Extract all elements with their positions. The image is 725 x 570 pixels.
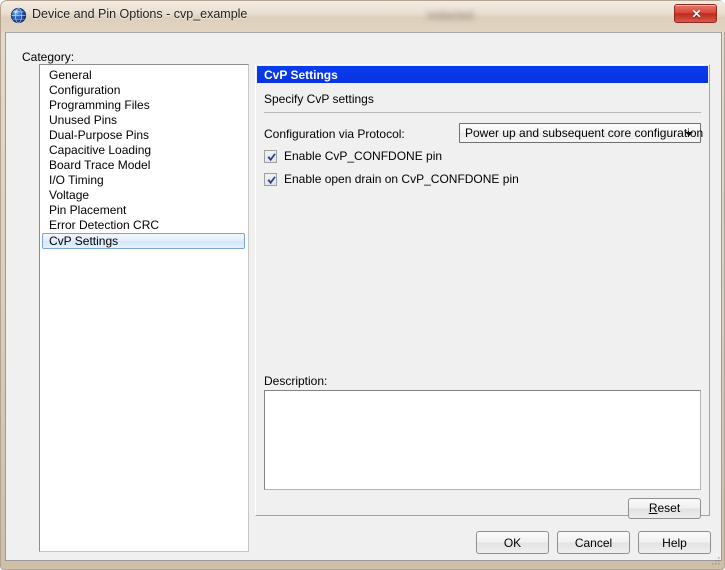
category-item-error-detection-crc[interactable]: Error Detection CRC	[40, 218, 248, 233]
dialog-client-area: Category: General Configuration Programm…	[5, 32, 722, 561]
protocol-selected-value: Power up and subsequent core configurati…	[465, 126, 704, 140]
description-label: Description:	[264, 374, 328, 388]
resize-grip[interactable]	[709, 555, 721, 567]
window-title: Device and Pin Options - cvp_example	[32, 7, 248, 21]
protocol-select[interactable]: Power up and subsequent core configurati…	[459, 123, 704, 143]
category-item-unused-pins[interactable]: Unused Pins	[40, 113, 248, 128]
close-icon: ✕	[691, 7, 702, 21]
pane-title: CvP Settings	[264, 68, 338, 82]
checkbox-checked-icon	[264, 173, 277, 186]
category-item-board-trace-model[interactable]: Board Trace Model	[40, 158, 248, 173]
checkbox-checked-icon	[264, 150, 277, 163]
title-bar: Device and Pin Options - cvp_example red…	[1, 1, 725, 32]
category-item-cvp-settings[interactable]: CvP Settings	[42, 233, 245, 249]
ok-button-label: OK	[503, 535, 522, 550]
enable-cvp-confdone-pin-label: Enable CvP_CONFDONE pin	[284, 149, 443, 163]
close-button[interactable]: ✕	[674, 4, 717, 23]
category-item-general[interactable]: General	[40, 68, 248, 83]
pane-header-bar: CvP Settings	[257, 66, 708, 83]
ok-button[interactable]: OK	[476, 531, 549, 554]
enable-open-drain-label: Enable open drain on CvP_CONFDONE pin	[284, 172, 519, 186]
category-item-voltage[interactable]: Voltage	[40, 188, 248, 203]
category-item-io-timing[interactable]: I/O Timing	[40, 173, 248, 188]
settings-pane: CvP Settings Specify CvP settings Config…	[255, 64, 710, 519]
cancel-button[interactable]: Cancel	[557, 531, 630, 554]
title-watermark: redacted	[426, 8, 474, 22]
pane-subtitle: Specify CvP settings	[264, 92, 374, 106]
category-list[interactable]: General Configuration Programming Files …	[39, 64, 249, 552]
reset-button[interactable]: Reset	[628, 498, 701, 519]
category-item-dual-purpose-pins[interactable]: Dual-Purpose Pins	[40, 128, 248, 143]
cancel-button-label: Cancel	[574, 535, 613, 550]
category-item-capacitive-loading[interactable]: Capacitive Loading	[40, 143, 248, 158]
category-item-configuration[interactable]: Configuration	[40, 83, 248, 98]
category-label: Category:	[22, 50, 75, 64]
reset-button-label: Reset	[648, 501, 681, 515]
help-button-label: Help	[662, 535, 687, 550]
protocol-label: Configuration via Protocol:	[264, 127, 405, 141]
chevron-down-icon	[685, 132, 693, 136]
description-textarea[interactable]	[264, 390, 701, 490]
help-button[interactable]: Help	[638, 531, 711, 554]
pane-divider	[264, 112, 701, 113]
dialog-window: Device and Pin Options - cvp_example red…	[0, 0, 725, 570]
category-item-pin-placement[interactable]: Pin Placement	[40, 203, 248, 218]
quartus-globe-icon	[10, 7, 27, 24]
category-item-programming-files[interactable]: Programming Files	[40, 98, 248, 113]
